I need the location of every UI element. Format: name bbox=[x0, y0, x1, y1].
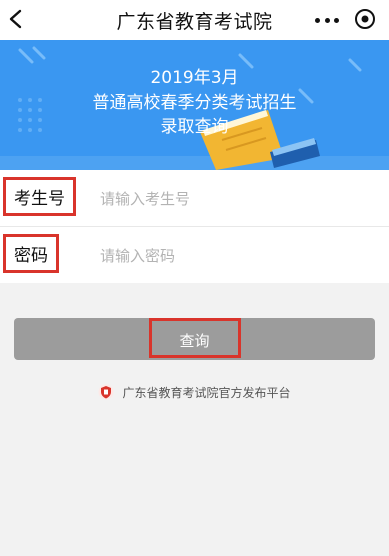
login-form: 考生号 密码 bbox=[0, 170, 389, 283]
password-row: 密码 bbox=[0, 226, 389, 283]
password-input[interactable] bbox=[98, 239, 372, 273]
exam-number-label: 考生号 bbox=[3, 177, 76, 216]
shield-logo-icon bbox=[98, 384, 114, 400]
query-button-label: 查询 bbox=[179, 332, 210, 350]
back-arrow-icon[interactable] bbox=[6, 8, 28, 30]
banner-subtitle: 录取查询 bbox=[160, 117, 229, 137]
query-button[interactable]: 查询 bbox=[14, 318, 375, 360]
exam-number-input[interactable] bbox=[98, 182, 372, 216]
header-banner: 2019年3月 普通高校春季分类考试招生 录取查询 bbox=[0, 40, 389, 170]
password-label: 密码 bbox=[3, 234, 59, 273]
footer-text: 广东省教育考试院官方发布平台 bbox=[122, 385, 291, 400]
footer: 广东省教育考试院官方发布平台 bbox=[0, 382, 389, 402]
nav-bar: 广东省教育考试院 bbox=[0, 0, 389, 40]
more-options-icon[interactable] bbox=[315, 10, 339, 30]
minimize-target-icon[interactable] bbox=[354, 8, 376, 30]
banner-date: 2019年3月 bbox=[150, 68, 239, 88]
page-title: 广东省教育考试院 bbox=[116, 10, 273, 33]
banner-title: 普通高校春季分类考试招生 bbox=[92, 93, 297, 113]
exam-number-row: 考生号 bbox=[0, 170, 389, 226]
